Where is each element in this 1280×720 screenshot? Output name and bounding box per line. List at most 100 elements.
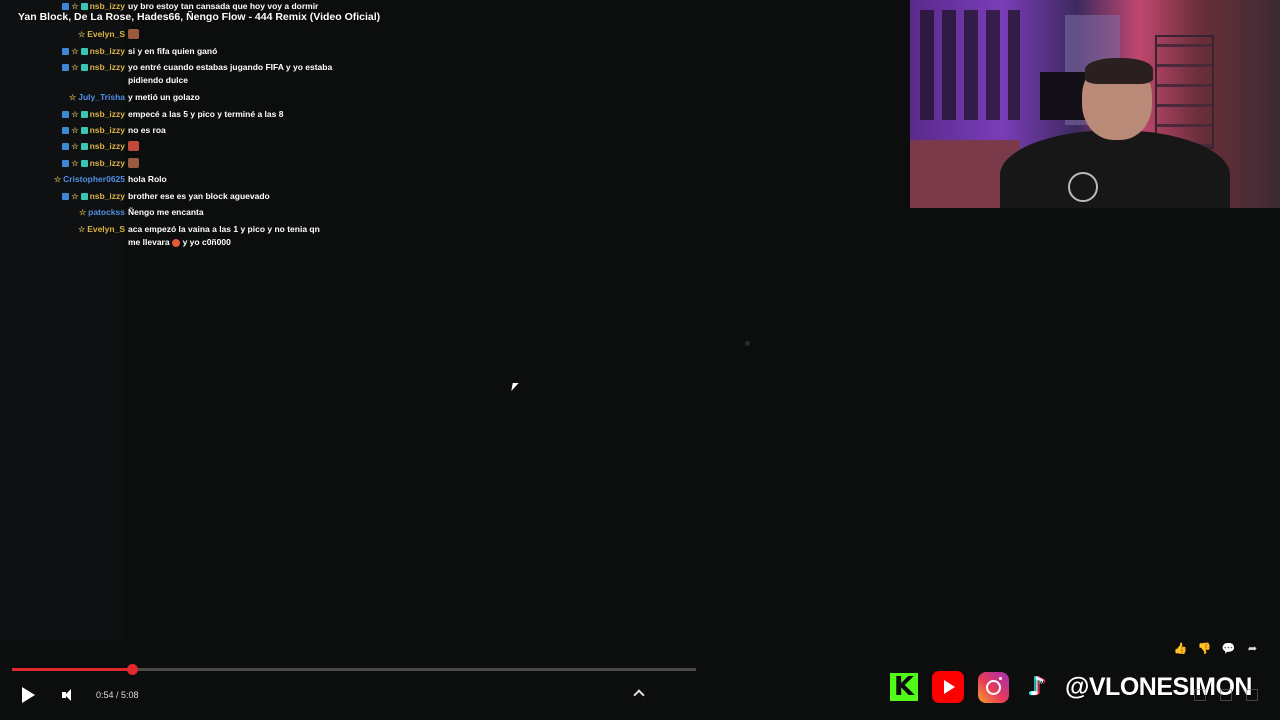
star-badge-icon: ☆	[71, 110, 79, 119]
kick-icon: K	[890, 673, 918, 701]
chat-username-wrap: ☆ patockss	[79, 206, 125, 219]
cyan-badge-icon	[80, 127, 88, 134]
comment-icon[interactable]: 💬	[1221, 642, 1236, 657]
chat-username-wrap: ☆ nsb_izzy	[62, 140, 125, 153]
webcam-hat-rack	[1155, 35, 1214, 149]
cyan-badge-icon	[80, 143, 88, 150]
chat-text-wrap	[128, 140, 333, 153]
blue-badge-icon	[62, 111, 70, 118]
star-badge-icon: ☆	[78, 225, 86, 234]
chat-text-wrap	[128, 28, 333, 41]
chat-text: uy bro estoy tan cansada que hoy voy a d…	[128, 1, 319, 11]
loading-dot	[745, 341, 750, 346]
chat-username[interactable]: Cristopher0625	[63, 174, 125, 184]
chat-username[interactable]: nsb_izzy	[90, 46, 125, 56]
side-action-bar: 👍 👎 💬 ➦	[1173, 642, 1260, 657]
chat-text: empecé a las 5 y pico y terminé a las 8	[128, 109, 284, 119]
chat-text: no es roa	[128, 125, 166, 135]
chat-text: y metió un golazo	[128, 92, 200, 102]
chat-text: brother ese es yan block aguevado	[128, 191, 270, 201]
progress-fill	[12, 668, 132, 671]
webcam-person-hair	[1085, 58, 1153, 84]
chat-username-wrap: ☆ nsb_izzy	[62, 190, 125, 203]
chat-username-wrap: ☆ Evelyn_S	[78, 223, 125, 236]
chat-text: yo entré cuando estabas jugando FIFA y y…	[128, 62, 333, 85]
progress-bar[interactable]	[12, 664, 696, 675]
chat-text-continued: y yo c0ñ000	[182, 237, 231, 247]
cyan-badge-icon	[80, 64, 88, 71]
webcam-shelf	[920, 10, 1020, 120]
youtube-icon	[932, 671, 964, 703]
chat-username[interactable]: nsb_izzy	[90, 141, 125, 151]
star-badge-icon: ☆	[78, 30, 86, 39]
chat-username[interactable]: nsb_izzy	[90, 109, 125, 119]
play-button[interactable]	[22, 687, 35, 703]
cyan-badge-icon	[80, 3, 88, 10]
webcam-overlay	[910, 0, 1280, 208]
chat-text-wrap: si y en fifa quien ganó	[128, 45, 333, 58]
emote-icon	[128, 158, 139, 168]
time-display: 0:54 / 5:08	[96, 690, 139, 700]
blue-badge-icon	[62, 64, 70, 71]
chat-username-wrap: ☆ nsb_izzy	[62, 61, 125, 74]
cyan-badge-icon	[80, 48, 88, 55]
star-badge-icon: ☆	[71, 47, 79, 56]
cyan-badge-icon	[80, 160, 88, 167]
cyan-badge-icon	[80, 111, 88, 118]
chat-username-wrap: ☆ Cristopher0625	[54, 173, 125, 186]
dislike-icon[interactable]: 👎	[1197, 642, 1212, 657]
captions-icon[interactable]	[1194, 689, 1206, 701]
progress-scrubber[interactable]	[126, 664, 138, 675]
star-badge-icon: ☆	[78, 208, 87, 217]
chat-username-wrap: ☆ Evelyn_S	[78, 28, 125, 41]
chat-username[interactable]: nsb_izzy	[90, 158, 125, 168]
chat-username[interactable]: Evelyn_S	[87, 29, 125, 39]
chat-text-wrap: empecé a las 5 y pico y terminé a las 8	[128, 108, 333, 121]
chat-username-wrap: ☆ nsb_izzy	[62, 124, 125, 137]
star-badge-icon: ☆	[71, 63, 79, 72]
emote-icon	[128, 141, 139, 151]
chevron-up-icon[interactable]	[633, 689, 645, 701]
chat-username-wrap: ☆ nsb_izzy	[62, 45, 125, 58]
chat-text-wrap: yo entré cuando estabas jugando FIFA y y…	[128, 61, 333, 87]
chat-text-wrap: y metió un golazo	[128, 91, 333, 104]
star-badge-icon: ☆	[53, 175, 62, 184]
blue-badge-icon	[62, 160, 70, 167]
star-badge-icon: ☆	[71, 142, 79, 151]
chat-username[interactable]: patockss	[88, 207, 125, 217]
webcam-shirt-logo	[1068, 172, 1098, 202]
blue-badge-icon	[62, 127, 70, 134]
chat-username-wrap: ☆ July_Trisha	[69, 91, 125, 104]
chat-username[interactable]: nsb_izzy	[90, 125, 125, 135]
chat-username[interactable]: July_Trisha	[78, 92, 125, 102]
chat-text-wrap: brother ese es yan block aguevado	[128, 190, 333, 203]
share-icon[interactable]: ➦	[1245, 642, 1260, 657]
cyan-badge-icon	[80, 193, 88, 200]
chat-username[interactable]: nsb_izzy	[90, 1, 125, 11]
player-right-controls	[1194, 689, 1258, 701]
instagram-icon	[978, 671, 1009, 703]
chat-text-wrap: hola Rolo	[128, 173, 333, 186]
chat-text-wrap: aca empezó la vaina a las 1 y pico y no …	[128, 223, 333, 249]
emote-icon	[171, 239, 180, 247]
chat-text: hola Rolo	[128, 174, 167, 184]
chat-text: si y en fifa quien ganó	[128, 46, 218, 56]
blue-badge-icon	[62, 193, 70, 200]
chat-username[interactable]: nsb_izzy	[90, 62, 125, 72]
chat-username[interactable]: nsb_izzy	[90, 191, 125, 201]
blue-badge-icon	[62, 143, 70, 150]
blue-badge-icon	[62, 48, 70, 55]
chat-username[interactable]: Evelyn_S	[87, 224, 125, 234]
chat-text-wrap	[128, 157, 333, 170]
mouse-cursor-icon	[511, 383, 519, 391]
volume-icon-cone	[65, 689, 71, 701]
like-icon[interactable]: 👍	[1173, 642, 1188, 657]
blue-badge-icon	[62, 3, 70, 10]
star-badge-icon: ☆	[71, 192, 79, 201]
chat-text-wrap: no es roa	[128, 124, 333, 137]
settings-icon[interactable]	[1220, 689, 1232, 701]
fullscreen-icon[interactable]	[1246, 689, 1258, 701]
star-badge-icon: ☆	[71, 126, 79, 135]
tiktok-icon: ♪	[1028, 672, 1046, 702]
star-badge-icon: ☆	[69, 93, 77, 102]
